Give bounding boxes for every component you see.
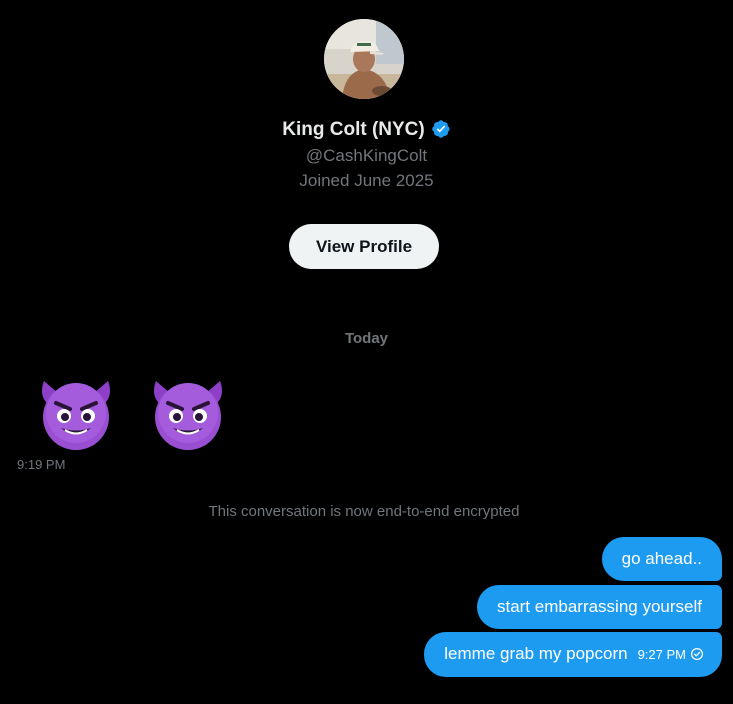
- verified-badge-icon: [432, 119, 450, 138]
- sent-message-meta: 9:27 PM: [638, 644, 704, 666]
- received-message-time: 9:19 PM: [17, 457, 66, 472]
- smiling-face-with-horns-emoji: [154, 381, 222, 450]
- sent-message-text: start embarrassing yourself: [496, 597, 702, 616]
- profile-handle: @CashKingColt: [305, 146, 428, 165]
- profile-avatar[interactable]: [324, 19, 404, 99]
- smiling-face-with-horns-emoji: [42, 381, 110, 450]
- sent-message-text: lemme grab my popcorn: [444, 644, 628, 663]
- profile-display-name: King Colt (NYC): [282, 119, 425, 140]
- dm-conversation: King Colt (NYC) @CashKingColt Joined Jun…: [0, 0, 733, 704]
- sent-message-bubble[interactable]: lemme grab my popcorn 9:27 PM: [424, 632, 722, 677]
- sent-message-time: 9:27 PM: [637, 646, 686, 662]
- profile-name-row: King Colt (NYC): [0, 119, 733, 141]
- day-divider: Today: [344, 330, 389, 347]
- view-profile-button[interactable]: View Profile: [289, 224, 439, 269]
- sent-message-text: go ahead..: [621, 549, 702, 568]
- received-message[interactable]: [34, 373, 234, 453]
- sent-message-bubble[interactable]: go ahead..: [601, 537, 722, 581]
- avatar-photo: [324, 19, 404, 99]
- sent-message-bubble[interactable]: start embarrassing yourself: [476, 585, 722, 629]
- encryption-notice: This conversation is now end-to-end encr…: [208, 503, 520, 520]
- sent-check-icon: [690, 647, 704, 660]
- profile-joined-date: Joined June 2025: [299, 171, 434, 190]
